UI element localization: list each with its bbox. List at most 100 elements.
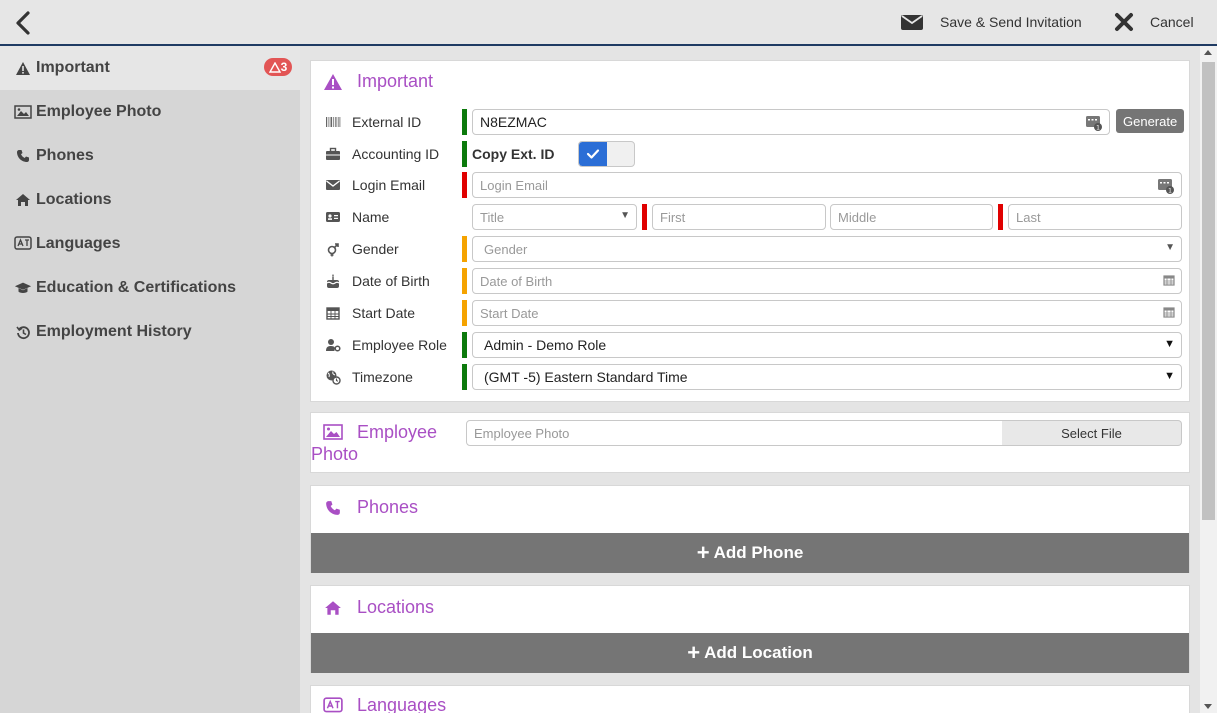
- name-label: Name: [352, 209, 390, 225]
- phones-section: Phones + Add Phone: [310, 485, 1190, 573]
- envelope-icon: [325, 177, 341, 193]
- gender-icon: [325, 241, 341, 257]
- globe-clock-icon: [325, 369, 341, 385]
- locations-section: Locations + Add Location: [310, 585, 1190, 673]
- chevron-left-icon: [16, 11, 30, 35]
- sidebar-item-label: Education & Certifications: [36, 279, 237, 296]
- dob-label: Date of Birth: [352, 273, 430, 289]
- cancel-label: Cancel: [1150, 14, 1194, 30]
- required-indicator: [998, 204, 1003, 230]
- caret-down-icon: ▼: [1164, 370, 1175, 382]
- timezone-label: Timezone: [352, 369, 413, 385]
- first-name-input[interactable]: First: [652, 204, 826, 230]
- image-icon: [14, 105, 32, 119]
- back-button[interactable]: [12, 10, 36, 36]
- accounting-id-label: Accounting ID: [352, 146, 440, 162]
- language-icon: [321, 696, 345, 713]
- sidebar-item-label: Locations: [36, 191, 112, 208]
- sidebar-item-phones[interactable]: Phones: [0, 134, 300, 178]
- home-icon: [14, 193, 32, 207]
- error-count-badge: 3: [264, 58, 292, 76]
- timezone-row: Timezone (GMT -5) Eastern Standard Time …: [311, 364, 1191, 390]
- sidebar: Important 3 Employee Photo Phones Locati…: [0, 46, 300, 713]
- select-file-button[interactable]: Select File: [1002, 420, 1182, 446]
- external-id-input[interactable]: N8EZMAC 1: [472, 109, 1110, 135]
- sidebar-item-employee-photo[interactable]: Employee Photo: [0, 90, 300, 134]
- warning-icon: [268, 61, 281, 73]
- external-id-label: External ID: [352, 114, 422, 130]
- sidebar-item-label: Employment History: [36, 323, 192, 340]
- languages-section-title: Languages: [321, 695, 446, 713]
- required-indicator: [462, 332, 467, 358]
- save-send-invitation-label: Save & Send Invitation: [940, 14, 1082, 30]
- calendar-icon[interactable]: [1163, 274, 1175, 289]
- name-row: Name Title ▼ First Middle Last: [311, 204, 1191, 230]
- required-indicator: [462, 172, 467, 198]
- dob-row: Date of Birth Date of Birth: [311, 268, 1191, 294]
- briefcase-icon: [325, 146, 341, 162]
- caret-down-icon: ▼: [1165, 242, 1175, 253]
- phones-section-title: Phones: [321, 497, 418, 518]
- dob-input[interactable]: Date of Birth: [472, 268, 1182, 294]
- languages-section: Languages: [310, 685, 1190, 713]
- close-icon: [1115, 13, 1133, 31]
- locations-section-title: Locations: [321, 597, 434, 618]
- save-send-invitation-button[interactable]: Save & Send Invitation: [900, 0, 1082, 44]
- start-date-input[interactable]: Start Date: [472, 300, 1182, 326]
- title-select[interactable]: Title ▼: [472, 204, 637, 230]
- recommended-indicator: [462, 268, 467, 294]
- employee-photo-section-title: Employee Photo: [311, 422, 438, 464]
- last-name-input[interactable]: Last: [1008, 204, 1182, 230]
- warning-icon: [14, 61, 32, 76]
- important-section: Important External ID N8EZMAC 1 Generate…: [310, 60, 1190, 402]
- envelope-icon: [901, 15, 923, 30]
- gender-label: Gender: [352, 241, 399, 257]
- scroll-down-arrow-icon[interactable]: [1204, 704, 1212, 709]
- phone-icon: [321, 500, 345, 516]
- checkmark-icon: [579, 142, 607, 166]
- sidebar-item-locations[interactable]: Locations: [0, 178, 300, 222]
- calculator-icon[interactable]: 1: [1085, 115, 1103, 134]
- employee-photo-input[interactable]: Employee Photo: [466, 420, 1003, 446]
- sidebar-item-employment-history[interactable]: Employment History: [0, 310, 300, 354]
- image-icon: [321, 424, 345, 440]
- timezone-select[interactable]: (GMT -5) Eastern Standard Time ▼: [472, 364, 1182, 390]
- home-icon: [321, 600, 345, 616]
- caret-down-icon: ▼: [620, 210, 630, 221]
- calendar-icon[interactable]: [1163, 306, 1175, 321]
- required-indicator: [642, 204, 647, 230]
- employee-role-select[interactable]: Admin - Demo Role ▼: [472, 332, 1182, 358]
- required-indicator: [462, 364, 467, 390]
- employee-photo-section: Employee Photo Employee Photo Select Fil…: [310, 412, 1190, 473]
- copy-ext-id-label: Copy Ext. ID: [472, 146, 555, 162]
- employee-role-label: Employee Role: [352, 337, 447, 353]
- external-id-row: External ID N8EZMAC 1 Generate: [311, 109, 1191, 135]
- add-location-button[interactable]: + Add Location: [311, 633, 1189, 673]
- add-phone-button[interactable]: + Add Phone: [311, 533, 1189, 573]
- cancel-button[interactable]: Cancel: [1114, 0, 1194, 44]
- start-date-row: Start Date Start Date: [311, 300, 1191, 326]
- required-indicator: [462, 141, 467, 167]
- sidebar-item-education[interactable]: Education & Certifications: [0, 266, 300, 310]
- graduation-cap-icon: [14, 281, 32, 295]
- sidebar-item-languages[interactable]: Languages: [0, 222, 300, 266]
- id-card-icon: [325, 209, 341, 225]
- login-email-input[interactable]: Login Email 1: [472, 172, 1182, 198]
- vertical-scrollbar[interactable]: [1200, 46, 1217, 713]
- scroll-thumb[interactable]: [1202, 62, 1215, 520]
- user-cog-icon: [325, 337, 341, 353]
- accounting-id-row: Accounting ID Copy Ext. ID: [311, 141, 1191, 167]
- middle-name-input[interactable]: Middle: [830, 204, 993, 230]
- scroll-up-arrow-icon[interactable]: [1204, 50, 1212, 55]
- barcode-icon: [325, 114, 341, 130]
- copy-ext-id-toggle[interactable]: [578, 141, 635, 167]
- sidebar-item-important[interactable]: Important 3: [0, 46, 300, 90]
- generate-button[interactable]: Generate: [1116, 109, 1185, 133]
- calculator-icon[interactable]: 1: [1157, 178, 1175, 197]
- language-icon: [14, 236, 32, 252]
- top-bar: Save & Send Invitation Cancel: [0, 0, 1217, 46]
- important-section-title: Important: [321, 71, 433, 92]
- gender-select[interactable]: Gender ▼: [472, 236, 1182, 262]
- caret-down-icon: ▼: [1164, 338, 1175, 350]
- sidebar-item-label: Important: [36, 59, 110, 76]
